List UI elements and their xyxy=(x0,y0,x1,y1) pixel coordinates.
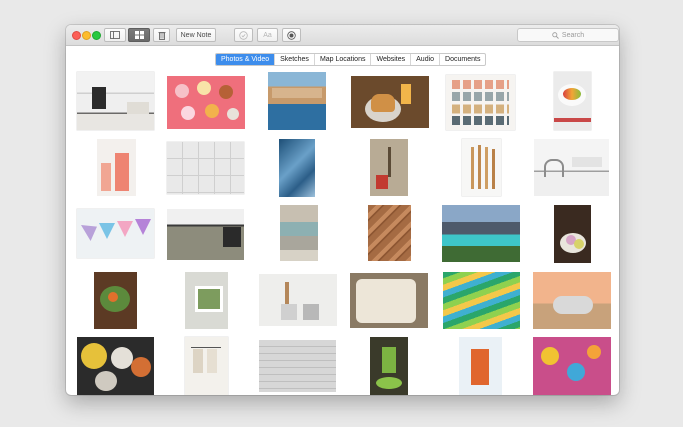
close-button[interactable] xyxy=(72,31,81,40)
photo-airstream-trailer[interactable] xyxy=(533,272,611,329)
new-note-label: New Note xyxy=(180,31,212,39)
sidebar-toggle-icon xyxy=(110,31,120,39)
magnifier-icon xyxy=(552,31,559,39)
font-icon: Aa xyxy=(263,31,272,39)
trash-icon xyxy=(158,31,165,40)
tab-sketches[interactable]: Sketches xyxy=(274,54,314,65)
zoom-button[interactable] xyxy=(92,31,101,40)
title-bar: New Note Aa Search xyxy=(66,25,619,46)
photo-paper-bunting[interactable] xyxy=(77,209,154,258)
tab-documents[interactable]: Documents xyxy=(439,54,485,65)
photo-yarn-stripes[interactable] xyxy=(443,272,520,329)
photo-fruit-tablecloth[interactable] xyxy=(533,337,611,395)
search-placeholder: Search xyxy=(561,31,585,39)
photo-salad-table[interactable] xyxy=(94,272,137,329)
photo-cookies[interactable] xyxy=(554,205,591,263)
photo-sangria[interactable] xyxy=(459,337,502,395)
tab-audio[interactable]: Audio xyxy=(410,54,439,65)
photo-stone-samples[interactable] xyxy=(280,205,318,261)
tab-map-locations[interactable]: Map Locations xyxy=(313,54,371,65)
media-icon xyxy=(287,30,296,40)
sidebar-toggle-button[interactable] xyxy=(104,28,126,42)
font-button[interactable]: Aa xyxy=(257,28,278,42)
photo-drinks[interactable] xyxy=(97,139,136,196)
grid-view-icon xyxy=(134,31,144,39)
photo-fruit-bowl[interactable] xyxy=(554,72,591,130)
photo-donuts[interactable] xyxy=(167,76,245,129)
tab-photos-video[interactable]: Photos & Video xyxy=(216,54,275,65)
photo-blue-fabric[interactable] xyxy=(279,139,315,197)
photo-kitchen-counter[interactable] xyxy=(167,209,244,260)
photo-white-bricks[interactable] xyxy=(259,340,336,392)
photo-potted-branches[interactable] xyxy=(370,139,408,196)
grid-view-button[interactable] xyxy=(128,28,150,42)
photo-hanging-cloths[interactable] xyxy=(185,337,228,395)
new-note-button[interactable]: New Note xyxy=(176,28,216,42)
media-button[interactable] xyxy=(282,28,301,42)
photo-yarn-spools[interactable] xyxy=(77,337,154,395)
photo-kitchen-utensils[interactable] xyxy=(259,274,337,326)
photo-green-juice[interactable] xyxy=(370,337,408,395)
photo-tiles[interactable] xyxy=(167,142,244,194)
photo-wooden-spoons[interactable] xyxy=(462,139,501,196)
photo-kitchen[interactable] xyxy=(77,72,154,130)
photo-coastal-town[interactable] xyxy=(268,72,326,130)
photo-paint-swatches[interactable] xyxy=(446,75,515,130)
checklist-icon xyxy=(239,30,248,40)
delete-button[interactable] xyxy=(153,28,170,42)
checklist-button[interactable] xyxy=(234,28,253,42)
minimize-button[interactable] xyxy=(82,31,91,40)
photo-lake-mountains[interactable] xyxy=(442,205,520,262)
notes-window: New Note Aa Search Photos & Video Sketch… xyxy=(66,25,619,395)
tab-websites[interactable]: Websites xyxy=(370,54,410,65)
photo-lace-cloth[interactable] xyxy=(350,273,428,328)
attachment-category-tabs: Photos & Video Sketches Map Locations We… xyxy=(215,53,487,66)
photo-window[interactable] xyxy=(185,272,228,329)
photo-wood-planks[interactable] xyxy=(368,205,411,261)
photo-sink[interactable] xyxy=(534,139,609,196)
search-field[interactable]: Search xyxy=(517,28,619,42)
photo-burger[interactable] xyxy=(351,76,429,128)
